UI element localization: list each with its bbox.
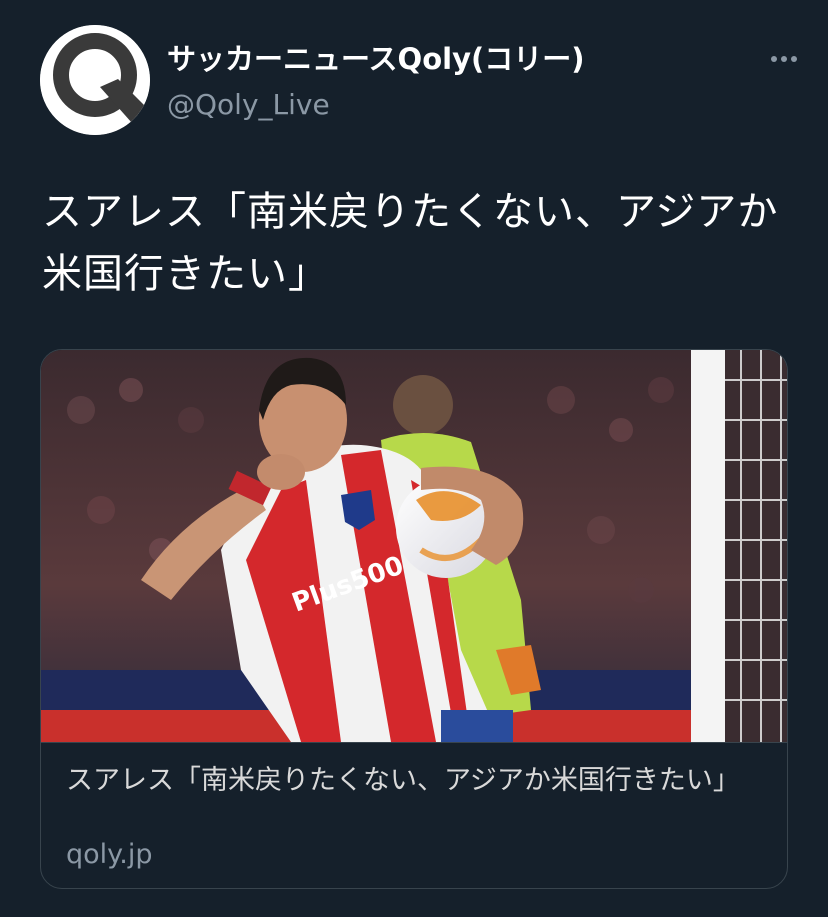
account-handle[interactable]: @Qoly_Live: [167, 87, 584, 123]
more-options-button[interactable]: [764, 49, 804, 69]
more-dots-icon: [781, 56, 787, 62]
account-names: サッカーニュースQoly(コリー) @Qoly_Live: [167, 41, 584, 123]
card-body: スアレス「南米戻りたくない、アジアか米国行きたい」 qoly.jp: [41, 742, 787, 888]
card-image: Plus500: [41, 350, 787, 742]
tweet-text: スアレス「南米戻りたくない、アジアか米国行きたい」: [42, 189, 779, 297]
tweet-header: サッカーニュースQoly(コリー) @Qoly_Live: [40, 25, 804, 135]
display-name[interactable]: サッカーニュースQoly(コリー): [167, 41, 584, 77]
avatar[interactable]: [40, 25, 150, 135]
link-card[interactable]: Plus500 スアレス「南米戻りたくない、アジアか米国行きたい」 qoly.j…: [40, 349, 788, 889]
tweet: サッカーニュースQoly(コリー) @Qoly_Live スアレス「南米戻りたく…: [0, 0, 828, 917]
footballer-photo: Plus500: [41, 350, 787, 742]
card-domain: qoly.jp: [66, 839, 153, 870]
card-title[interactable]: スアレス「南米戻りたくない、アジアか米国行きたい」: [66, 763, 746, 799]
qoly-logo-icon: [40, 25, 150, 135]
more-dots-icon: [791, 56, 797, 62]
more-dots-icon: [771, 56, 777, 62]
